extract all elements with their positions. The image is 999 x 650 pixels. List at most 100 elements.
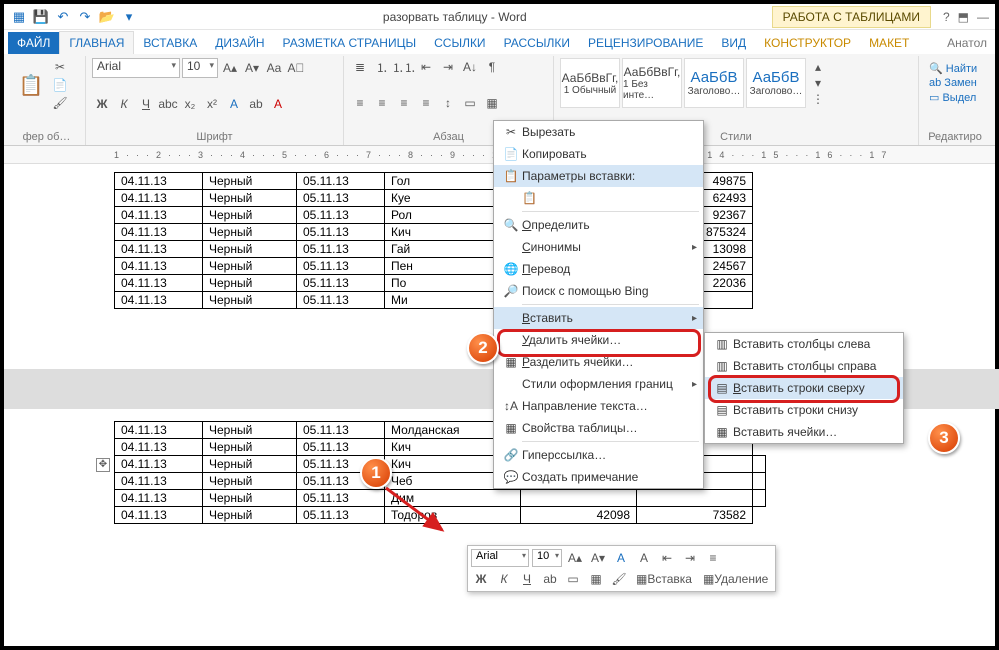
select-button[interactable]: ▭ Выдел: [929, 91, 981, 104]
ctx-translate[interactable]: 🌐Перевод: [494, 258, 703, 280]
replace-button[interactable]: ab Замен: [929, 77, 981, 89]
table-cell[interactable]: 42098: [521, 507, 637, 524]
table-cell[interactable]: 04.11.13: [115, 422, 203, 439]
indent-icon[interactable]: ⇥: [438, 58, 458, 76]
table-cell[interactable]: 04.11.13: [115, 241, 203, 258]
mini-size-select[interactable]: 10: [532, 549, 562, 567]
ctx-border-styles[interactable]: Стили оформления границ: [494, 373, 703, 395]
underline-icon[interactable]: Ч: [517, 570, 537, 588]
table-cell[interactable]: Черный: [203, 490, 297, 507]
ctx-paste-icon-row[interactable]: 📋: [494, 187, 703, 209]
table-cell[interactable]: 05.11.13: [297, 173, 385, 190]
bold-icon[interactable]: Ж: [471, 570, 491, 588]
table-cell[interactable]: 05.11.13: [297, 275, 385, 292]
ctx-bing-search[interactable]: 🔎Поиск с помощью Bing: [494, 280, 703, 302]
table-cell[interactable]: 05.11.13: [297, 292, 385, 309]
table-cell[interactable]: 04.11.13: [115, 439, 203, 456]
clear-formatting-icon[interactable]: A⃠: [286, 59, 306, 77]
subscript-icon[interactable]: x₂: [180, 95, 200, 113]
sort-icon[interactable]: A↓: [460, 58, 480, 76]
format-painter-icon[interactable]: 🖌: [609, 570, 629, 588]
justify-icon[interactable]: ≡: [416, 94, 436, 112]
table-cell[interactable]: 05.11.13: [297, 258, 385, 275]
save-icon[interactable]: 💾: [32, 8, 50, 26]
tab-file[interactable]: ФАЙЛ: [8, 32, 59, 54]
ctx-insert-cells[interactable]: ▦Вставить ячейки…: [705, 421, 903, 443]
format-painter-icon[interactable]: 🖌: [50, 94, 70, 112]
tab-table-layout[interactable]: МАКЕТ: [860, 32, 918, 54]
tab-mailings[interactable]: РАССЫЛКИ: [495, 32, 579, 54]
table-cell[interactable]: 05.11.13: [297, 241, 385, 258]
ctx-define[interactable]: 🔍Определить: [494, 214, 703, 236]
table-cell[interactable]: 04.11.13: [115, 490, 203, 507]
ctx-paste-options[interactable]: 📋Параметры вставки:: [494, 165, 703, 187]
tab-view[interactable]: ВИД: [712, 32, 755, 54]
paste-icon[interactable]: 📋: [14, 68, 48, 102]
table-cell[interactable]: 04.11.13: [115, 473, 203, 490]
table-cell[interactable]: 05.11.13: [297, 224, 385, 241]
line-spacing-icon[interactable]: ↕: [438, 94, 458, 112]
table-cell[interactable]: 04.11.13: [115, 507, 203, 524]
table-cell[interactable]: 05.11.13: [297, 490, 385, 507]
table-cell[interactable]: 04.11.13: [115, 173, 203, 190]
ctx-split-cells[interactable]: ▦Разделить ячейки…: [494, 351, 703, 373]
dropdown-icon[interactable]: ▾: [120, 8, 138, 26]
table-cell[interactable]: 04.11.13: [115, 207, 203, 224]
strike-icon[interactable]: abc: [158, 95, 178, 113]
table-cell[interactable]: 04.11.13: [115, 258, 203, 275]
bold-icon[interactable]: Ж: [92, 95, 112, 113]
tab-design[interactable]: ДИЗАЙН: [206, 32, 273, 54]
numbering-icon[interactable]: ⒈: [372, 58, 392, 76]
styles-more-icon[interactable]: ⋮: [808, 92, 828, 106]
shrink-font-icon[interactable]: A▾: [588, 549, 608, 567]
tab-home[interactable]: ГЛАВНАЯ: [59, 31, 134, 54]
text-effects-icon[interactable]: A: [611, 549, 631, 567]
styles-down-icon[interactable]: ▾: [808, 76, 828, 90]
ctx-delete-cells[interactable]: Удалить ячейки…: [494, 329, 703, 351]
shrink-font-icon[interactable]: A▾: [242, 59, 262, 77]
open-icon[interactable]: 📂: [98, 8, 116, 26]
font-color-icon[interactable]: A: [634, 549, 654, 567]
table-cell[interactable]: Черный: [203, 241, 297, 258]
ctx-insert-cols-right[interactable]: ▥Вставить столбцы справа: [705, 355, 903, 377]
indent-icon[interactable]: ⇥: [680, 549, 700, 567]
ctx-text-direction[interactable]: ↕AНаправление текста…: [494, 395, 703, 417]
word-icon[interactable]: ▦: [10, 8, 28, 26]
italic-icon[interactable]: К: [114, 95, 134, 113]
center-icon[interactable]: ≡: [703, 549, 723, 567]
change-case-icon[interactable]: Aa: [264, 59, 284, 77]
table-cell[interactable]: [753, 473, 766, 490]
table-cell[interactable]: [753, 456, 766, 473]
redo-icon[interactable]: ↷: [76, 8, 94, 26]
ctx-insert[interactable]: Вставить: [494, 307, 703, 329]
shading-icon[interactable]: ▭: [563, 570, 583, 588]
italic-icon[interactable]: К: [494, 570, 514, 588]
account-name[interactable]: Анатол: [939, 32, 995, 54]
highlight-icon[interactable]: ab: [246, 95, 266, 113]
table-cell[interactable]: Черный: [203, 258, 297, 275]
copy-icon[interactable]: 📄: [50, 76, 70, 94]
align-right-icon[interactable]: ≡: [394, 94, 414, 112]
table-cell[interactable]: Черный: [203, 190, 297, 207]
borders-icon[interactable]: ▦: [586, 570, 606, 588]
style-heading1[interactable]: АаБбВЗаголово…: [684, 58, 744, 108]
text-effects-icon[interactable]: A: [224, 95, 244, 113]
font-name-select[interactable]: Arial: [92, 58, 180, 78]
table-cell[interactable]: 04.11.13: [115, 292, 203, 309]
superscript-icon[interactable]: x²: [202, 95, 222, 113]
table-cell[interactable]: 05.11.13: [297, 507, 385, 524]
ctx-insert-rows-above[interactable]: ▤Вставить строки сверху: [705, 377, 903, 399]
tab-insert[interactable]: ВСТАВКА: [134, 32, 206, 54]
style-no-spacing[interactable]: АаБбВвГг,1 Без инте…: [622, 58, 682, 108]
table-cell[interactable]: [637, 490, 753, 507]
mini-delete-button[interactable]: ▦ Удаление: [699, 570, 772, 588]
shading-icon[interactable]: ▭: [460, 94, 480, 112]
ctx-synonyms[interactable]: Синонимы: [494, 236, 703, 258]
styles-up-icon[interactable]: ▴: [808, 60, 828, 74]
table-cell[interactable]: 04.11.13: [115, 190, 203, 207]
tab-references[interactable]: ССЫЛКИ: [425, 32, 494, 54]
show-marks-icon[interactable]: ¶: [482, 58, 502, 76]
bullets-icon[interactable]: ≣: [350, 58, 370, 76]
table-cell[interactable]: 05.11.13: [297, 422, 385, 439]
font-size-select[interactable]: 10: [182, 58, 218, 78]
